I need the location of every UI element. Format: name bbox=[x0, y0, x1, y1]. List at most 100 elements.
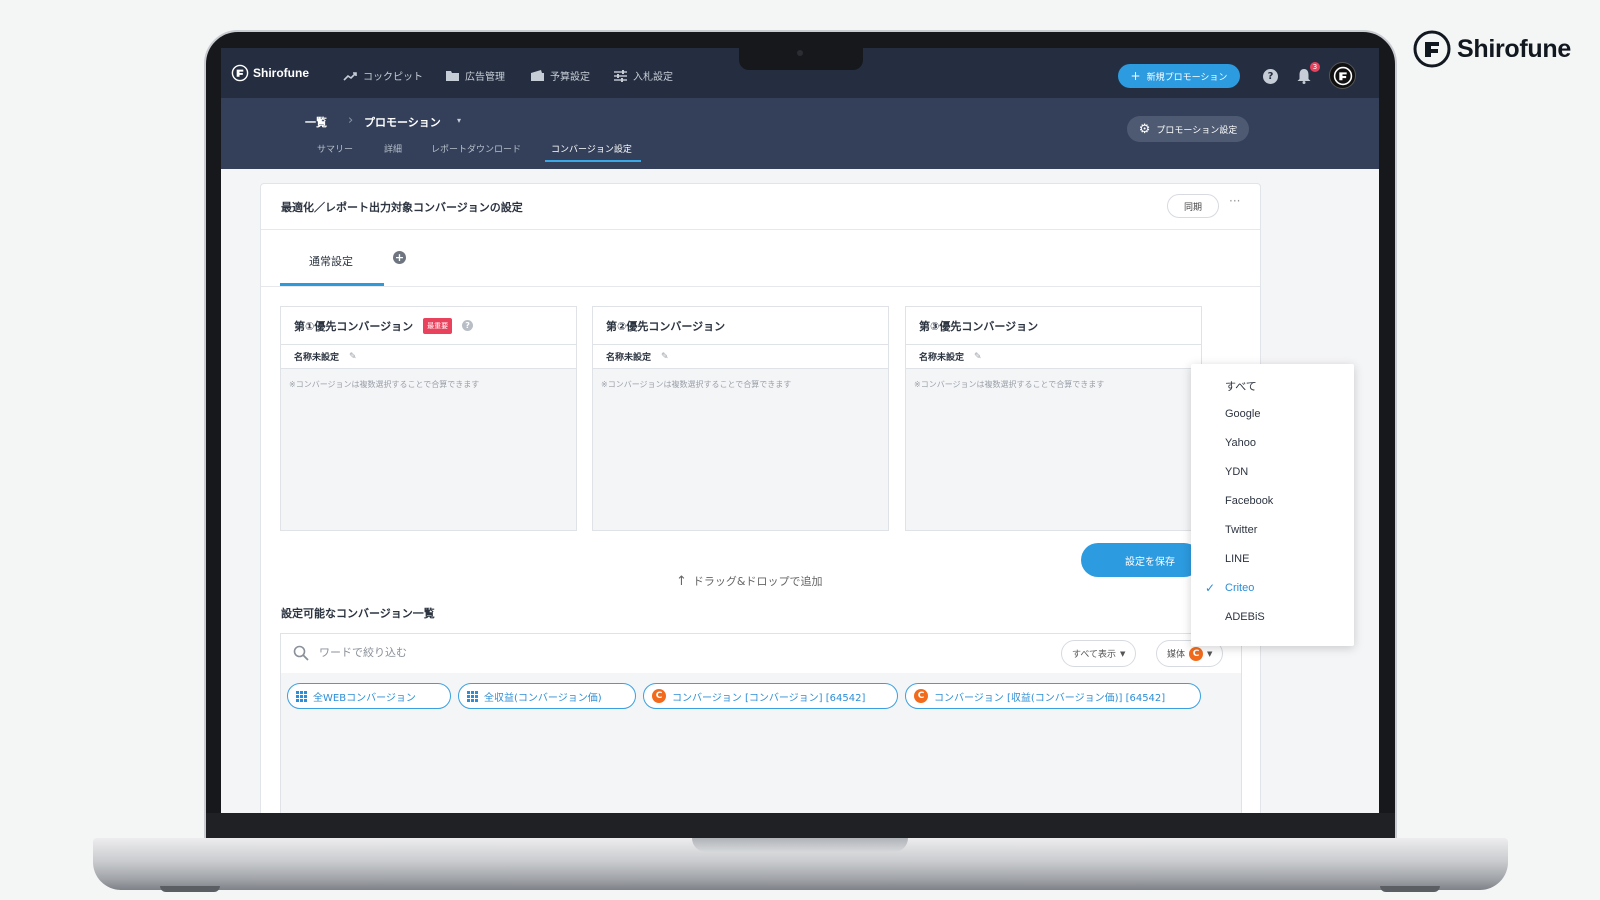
promotion-settings-label: プロモーション設定 bbox=[1156, 125, 1238, 136]
criteo-icon: C bbox=[1189, 646, 1204, 661]
tab-report-download[interactable]: レポートダウンロード bbox=[431, 142, 521, 155]
media-dropdown: すべて Google Yahoo YDN Facebook Twitter LI… bbox=[1191, 364, 1354, 646]
critical-badge: 最重要 bbox=[423, 317, 453, 334]
priority-header: 第③優先コンバージョン bbox=[906, 307, 1201, 345]
divider bbox=[261, 229, 1260, 230]
conversion-chip[interactable]: 全収益(コンバージョン価) bbox=[458, 683, 636, 709]
priority-title: 第②優先コンバージョン bbox=[606, 319, 726, 333]
media-option-facebook[interactable]: Facebook bbox=[1225, 495, 1273, 507]
media-label: 媒体 bbox=[1167, 650, 1186, 660]
sliders-icon bbox=[614, 69, 627, 82]
add-tab-icon[interactable]: + bbox=[393, 251, 406, 264]
breadcrumb-current[interactable]: プロモーション bbox=[364, 114, 441, 130]
chevron-down-icon[interactable]: ▾ bbox=[457, 116, 461, 125]
gear-icon: ⚙ bbox=[1138, 121, 1151, 137]
pencil-icon[interactable]: ✎ bbox=[349, 352, 357, 362]
conversion-chip[interactable]: C コンバージョン [収益(コンバージョン価)] [64542] bbox=[905, 683, 1201, 709]
priority-name-row[interactable]: 名称未設定 ✎ bbox=[593, 345, 888, 369]
conversion-settings-card: 最適化／レポート出力対象コンバージョンの設定 同期 ··· 通常設定 + 第①優… bbox=[260, 183, 1261, 813]
chevron-right-icon: › bbox=[348, 113, 354, 128]
laptop-foot bbox=[1380, 886, 1440, 892]
app-logo-text: Shirofune bbox=[253, 66, 309, 80]
media-option-all[interactable]: すべて bbox=[1225, 378, 1257, 394]
avatar[interactable] bbox=[1329, 62, 1356, 89]
available-conversions-title: 設定可能なコンバージョン一覧 bbox=[281, 607, 435, 620]
search-icon bbox=[293, 645, 309, 661]
chip-label: 全WEBコンバージョン bbox=[313, 692, 416, 704]
priority-title: 第③優先コンバージョン bbox=[919, 319, 1039, 333]
tab-summary[interactable]: サマリー bbox=[317, 142, 353, 155]
new-promotion-label: 新規プロモーション bbox=[1146, 72, 1228, 83]
priority-3-panel[interactable]: 第③優先コンバージョン 名称未設定 ✎ ※コンバージョンは複数選択することで合算… bbox=[905, 306, 1202, 531]
bell-icon[interactable] bbox=[1297, 68, 1311, 84]
brand-name: Shirofune bbox=[1457, 34, 1571, 63]
nav-item-cockpit[interactable]: コックピット bbox=[343, 68, 423, 83]
tab-normal-settings[interactable]: 通常設定 bbox=[309, 253, 353, 269]
priority-1-panel[interactable]: 第①優先コンバージョン 最重要 ? 名称未設定 ✎ ※コンバージョンは複数選択す… bbox=[280, 306, 577, 531]
show-all-label: すべて表示 bbox=[1072, 650, 1117, 660]
grid-icon bbox=[467, 690, 478, 702]
conversion-chip-list: 全WEBコンバージョン 全収益(コンバージョン価) C コンバージョン [コンバ… bbox=[280, 673, 1242, 813]
drop-zone-hint: ※コンバージョンは複数選択することで合算できます bbox=[914, 380, 1105, 389]
media-option-criteo[interactable]: Criteo bbox=[1225, 582, 1254, 594]
nav-item-ad-management[interactable]: 広告管理 bbox=[446, 68, 505, 83]
promotion-settings-button[interactable]: ⚙ プロモーション設定 bbox=[1127, 116, 1249, 142]
nav-label: 予算設定 bbox=[550, 72, 590, 83]
media-option-google[interactable]: Google bbox=[1225, 408, 1260, 420]
folder-icon bbox=[446, 71, 459, 81]
active-tab-indicator bbox=[545, 160, 641, 162]
media-option-line[interactable]: LINE bbox=[1225, 553, 1249, 565]
pencil-icon[interactable]: ✎ bbox=[661, 352, 669, 362]
tab-details[interactable]: 詳細 bbox=[384, 142, 402, 155]
priority-name: 名称未設定 bbox=[919, 353, 965, 363]
criteo-icon: C bbox=[914, 689, 928, 703]
nav-label: 広告管理 bbox=[465, 72, 505, 83]
tab-conversion-settings[interactable]: コンバージョン設定 bbox=[551, 142, 632, 155]
criteo-icon: C bbox=[652, 689, 666, 703]
priority-name-row[interactable]: 名称未設定 ✎ bbox=[906, 345, 1201, 369]
priority-2-panel[interactable]: 第②優先コンバージョン 名称未設定 ✎ ※コンバージョンは複数選択することで合算… bbox=[592, 306, 889, 531]
breadcrumb-list[interactable]: 一覧 bbox=[305, 114, 327, 130]
nav-item-bidding[interactable]: 入札設定 bbox=[614, 68, 673, 83]
chip-label: 全収益(コンバージョン価) bbox=[484, 692, 602, 704]
sub-header: 一覧 › プロモーション ▾ サマリー 詳細 レポートダウンロード コンバージョ… bbox=[221, 98, 1379, 169]
laptop-foot bbox=[160, 886, 220, 892]
priority-header: 第①優先コンバージョン 最重要 ? bbox=[281, 307, 576, 345]
search-input[interactable] bbox=[319, 646, 819, 659]
media-option-yahoo[interactable]: Yahoo bbox=[1225, 437, 1256, 449]
brand-logo: Shirofune bbox=[1413, 30, 1571, 68]
sync-button[interactable]: 同期 bbox=[1167, 194, 1219, 218]
priority-title: 第①優先コンバージョン bbox=[294, 319, 414, 333]
check-icon: ✓ bbox=[1205, 581, 1216, 595]
conversion-chip[interactable]: 全WEBコンバージョン bbox=[287, 683, 451, 709]
camera-notch bbox=[739, 48, 863, 70]
media-option-adebis[interactable]: ADEBiS bbox=[1225, 611, 1265, 623]
divider bbox=[261, 286, 1260, 287]
app-logo[interactable]: Shirofune bbox=[231, 64, 309, 82]
nav-item-budget[interactable]: 予算設定 bbox=[531, 68, 590, 83]
more-icon[interactable]: ··· bbox=[1229, 194, 1240, 208]
arrow-up-icon: ↑ bbox=[676, 573, 687, 589]
help-icon[interactable]: ? bbox=[1263, 69, 1278, 84]
help-icon[interactable]: ? bbox=[462, 320, 474, 331]
pencil-icon[interactable]: ✎ bbox=[974, 352, 982, 362]
priority-header: 第②優先コンバージョン bbox=[593, 307, 888, 345]
laptop-hinge bbox=[206, 813, 1395, 838]
new-promotion-button[interactable]: + 新規プロモーション bbox=[1118, 64, 1240, 88]
priority-name-row[interactable]: 名称未設定 ✎ bbox=[281, 345, 576, 369]
drop-zone-hint: ※コンバージョンは複数選択することで合算できます bbox=[289, 380, 480, 389]
media-option-twitter[interactable]: Twitter bbox=[1225, 524, 1257, 536]
conversion-chip[interactable]: C コンバージョン [コンバージョン] [64542] bbox=[643, 683, 898, 709]
shirofune-logo-icon bbox=[1413, 30, 1451, 68]
chip-label: コンバージョン [収益(コンバージョン価)] [64542] bbox=[934, 692, 1166, 704]
priority-name: 名称未設定 bbox=[606, 353, 652, 363]
chip-label: コンバージョン [コンバージョン] [64542] bbox=[672, 692, 866, 704]
card-title: 最適化／レポート出力対象コンバージョンの設定 bbox=[281, 201, 523, 214]
caret-down-icon: ▼ bbox=[1207, 649, 1213, 658]
shirofune-logo-icon bbox=[1333, 66, 1352, 85]
media-option-ydn[interactable]: YDN bbox=[1225, 466, 1248, 478]
conversion-search-bar: すべて表示 ▼ 媒体 C ▼ bbox=[280, 633, 1242, 673]
save-settings-button[interactable]: 設定を保存 bbox=[1081, 543, 1201, 577]
show-all-filter[interactable]: すべて表示 ▼ bbox=[1061, 640, 1137, 667]
plus-icon: + bbox=[1130, 69, 1141, 83]
